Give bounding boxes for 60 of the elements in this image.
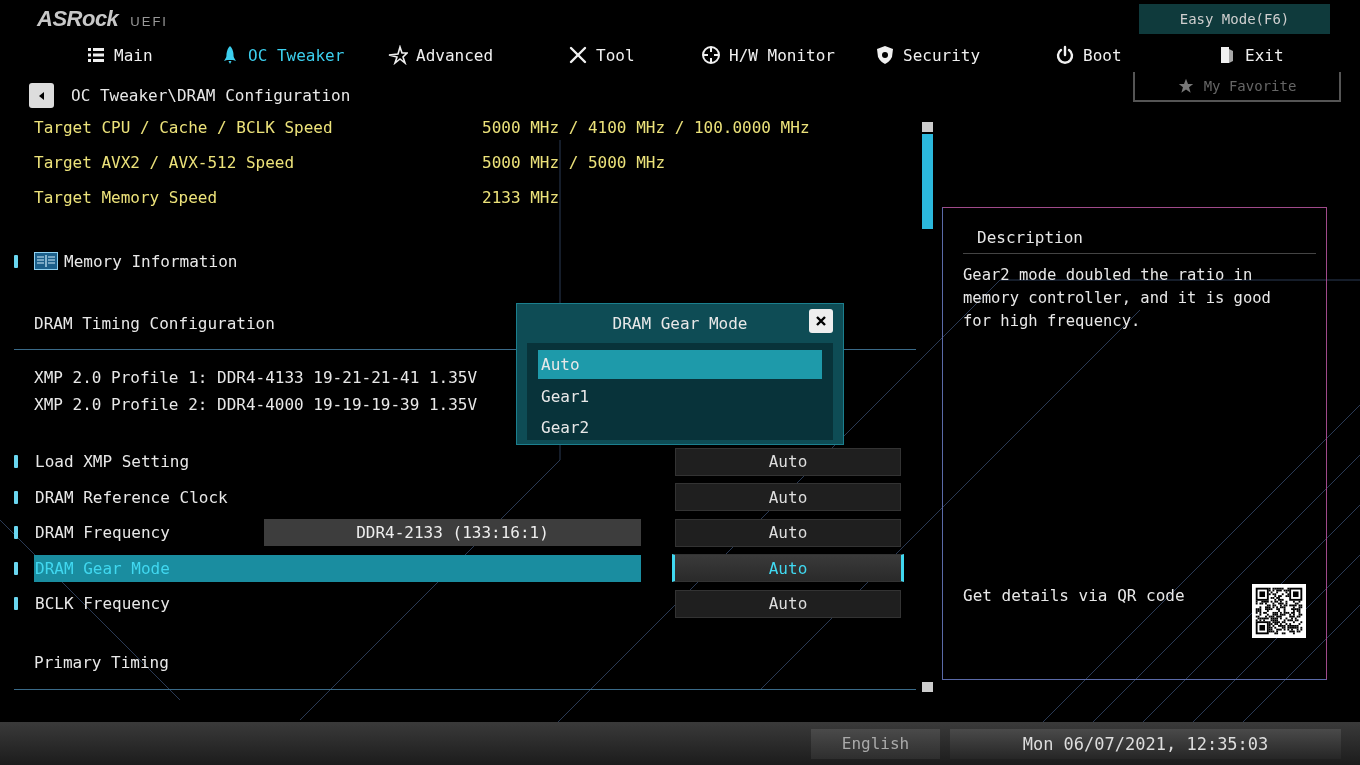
- setting-item[interactable]: BCLK Frequency: [34, 590, 641, 618]
- item-marker: [14, 526, 18, 540]
- section-heading: Primary Timing: [34, 652, 169, 672]
- section-heading: DRAM Timing Configuration: [34, 314, 275, 333]
- menu-tab[interactable]: Advanced: [388, 45, 494, 65]
- my-favorite-button[interactable]: My Favorite: [1133, 72, 1341, 102]
- qr-caption: Get details via QR code: [963, 585, 1185, 605]
- menu-tab[interactable]: H/W Monitor: [701, 45, 835, 65]
- value-button[interactable]: Auto: [675, 589, 901, 618]
- item-marker: [14, 490, 18, 504]
- star-icon: [388, 45, 408, 65]
- submenu-item[interactable]: Memory Information: [64, 251, 238, 271]
- book-icon: [34, 252, 58, 270]
- easy-mode-button[interactable]: Easy Mode(F6): [1139, 4, 1330, 34]
- badge-icon: [875, 45, 895, 65]
- date-time: Mon 06/07/2021, 12:35:03: [950, 728, 1341, 759]
- description-text: Gear2 mode doubled the ratio in memory controller, and it is good for high frequency.: [962, 265, 1272, 332]
- language-button[interactable]: English: [811, 728, 940, 759]
- item-marker: [14, 254, 18, 268]
- value-button[interactable]: Auto: [675, 483, 901, 512]
- menu-tab[interactable]: Security: [875, 45, 981, 65]
- value-button[interactable]: Auto: [675, 447, 901, 476]
- crosshair-icon: [701, 45, 721, 65]
- breadcrumb: OC Tweaker\DRAM Configuration: [71, 86, 351, 105]
- value-button[interactable]: Auto: [672, 554, 904, 583]
- menu-tab[interactable]: Main: [86, 45, 153, 65]
- popup-title: DRAM Gear Mode: [612, 314, 748, 333]
- info-value: 5000 MHz / 4100 MHz / 100.0000 MHz: [482, 118, 810, 137]
- menu-tab[interactable]: Tool: [568, 45, 635, 65]
- info-label: Target CPU / Cache / BCLK Speed: [34, 118, 334, 137]
- info-value: 5000 MHz / 5000 MHz: [482, 153, 666, 172]
- list-icon: [86, 45, 106, 65]
- item-marker: [14, 597, 18, 611]
- setting-item[interactable]: DRAM Reference Clock: [34, 483, 641, 511]
- option-item[interactable]: Gear1: [538, 381, 822, 412]
- item-marker: [14, 561, 18, 575]
- menu-tab[interactable]: Exit: [1217, 45, 1284, 65]
- setting-item[interactable]: DRAM Frequency DDR4-2133 (133:16:1): [34, 519, 641, 547]
- power-icon: [1055, 45, 1075, 65]
- profile-text: XMP 2.0 Profile 1: DDR4-4133 19-21-21-41 1.35V: [34, 368, 478, 387]
- qr-code-icon: [1252, 584, 1306, 638]
- menu-tab[interactable]: OC Tweaker: [220, 45, 345, 65]
- description-title: Description: [963, 228, 1316, 254]
- menu-tab[interactable]: Boot: [1055, 45, 1122, 65]
- logo-suffix: UEFI: [130, 14, 168, 29]
- profile-text: XMP 2.0 Profile 2: DDR4-4000 19-19-19-39 1.35V: [34, 395, 478, 414]
- brand-logo: ASRock: [37, 6, 119, 32]
- scrollbar[interactable]: [922, 122, 933, 692]
- back-button[interactable]: [29, 83, 54, 108]
- info-label: Target Memory Speed: [34, 188, 219, 207]
- item-marker: [14, 455, 18, 469]
- option-item[interactable]: Gear2: [538, 412, 822, 443]
- close-button[interactable]: [809, 309, 833, 333]
- setting-item[interactable]: Load XMP Setting: [34, 448, 641, 476]
- star-icon: [1177, 78, 1194, 94]
- info-value: 2133 MHz: [482, 188, 560, 207]
- close-icon: [815, 315, 827, 327]
- info-label: Target AVX2 / AVX-512 Speed: [34, 153, 296, 172]
- info-field: DDR4-2133 (133:16:1): [264, 519, 641, 547]
- value-button[interactable]: Auto: [675, 518, 901, 547]
